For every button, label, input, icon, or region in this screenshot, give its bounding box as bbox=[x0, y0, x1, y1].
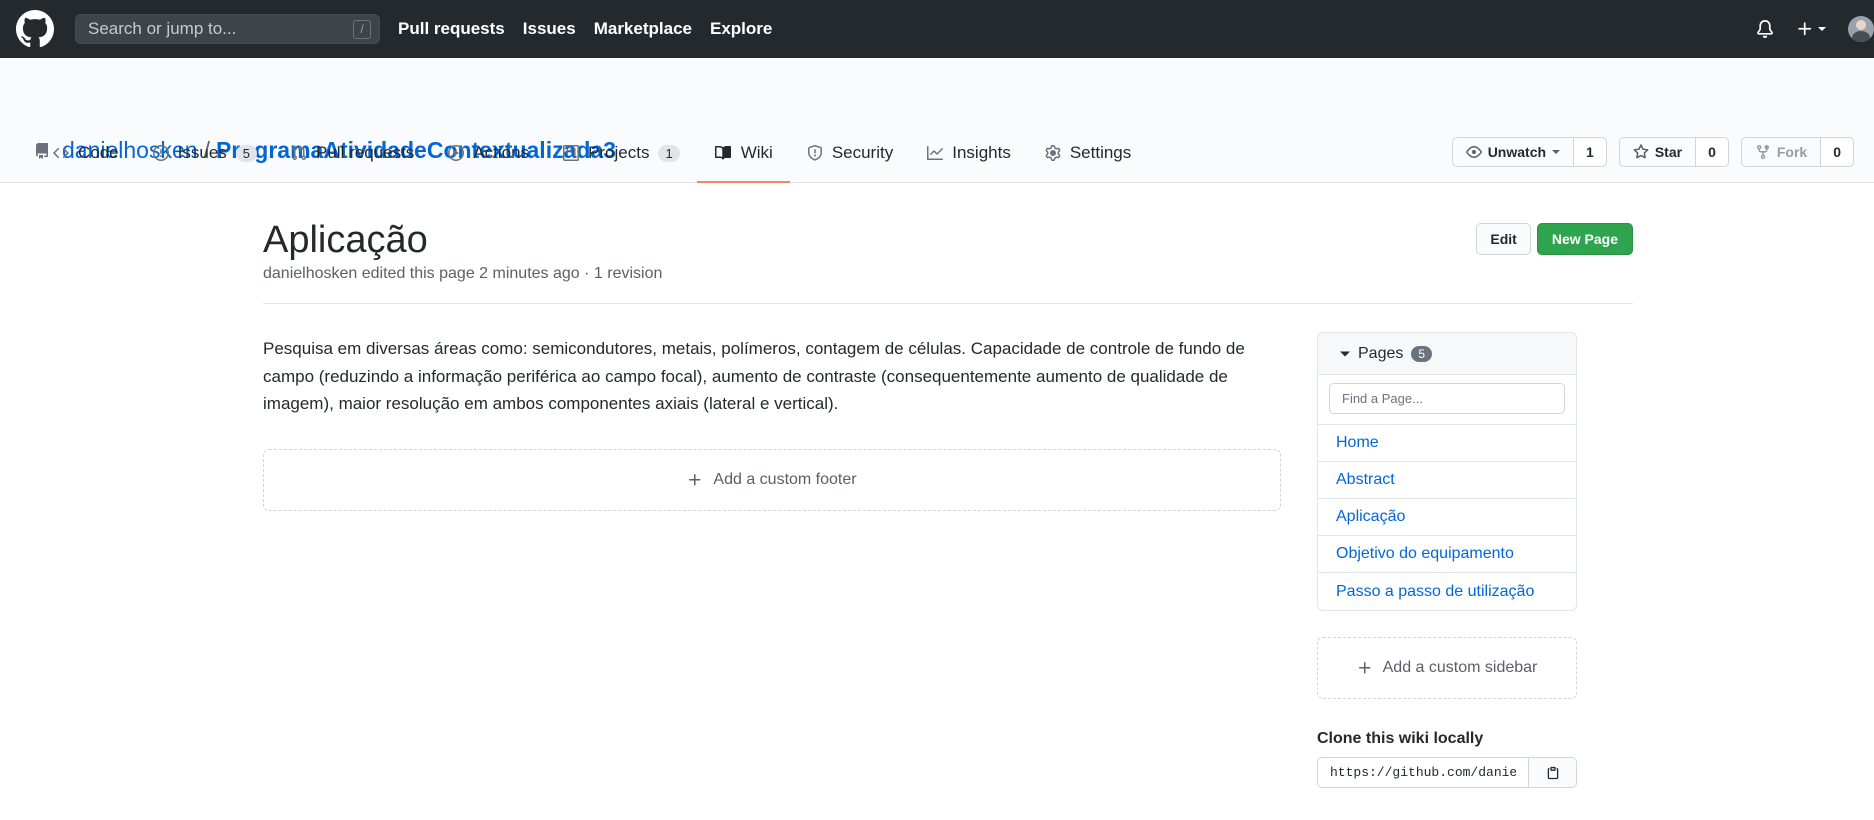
copy-clipboard-button[interactable] bbox=[1528, 758, 1576, 787]
star-label: Star bbox=[1654, 144, 1683, 160]
avatar[interactable] bbox=[1848, 16, 1874, 42]
star-button-group: Star 0 bbox=[1618, 137, 1729, 167]
caret-down-icon bbox=[1552, 150, 1561, 154]
plus-icon bbox=[1798, 22, 1812, 36]
nav-issues[interactable]: Issues bbox=[523, 19, 576, 39]
search-placeholder: Search or jump to... bbox=[88, 19, 237, 38]
pages-label: Pages bbox=[1358, 344, 1404, 362]
wiki-body-text: Pesquisa em diversas áreas como: semicon… bbox=[263, 339, 1245, 413]
stargazers-count[interactable]: 0 bbox=[1696, 138, 1728, 166]
nav-pull-requests[interactable]: Pull requests bbox=[398, 19, 505, 39]
wiki-sidebar: Pages 5 Home Abstract Aplicação Objetivo… bbox=[1317, 332, 1577, 788]
new-page-button[interactable]: New Page bbox=[1536, 223, 1633, 255]
clone-title: Clone this wiki locally bbox=[1317, 730, 1484, 747]
repo-header: danielhosken / ProgramaAtividadeContextu… bbox=[0, 58, 1874, 183]
tab-label: Insights bbox=[952, 143, 1011, 162]
graph-icon bbox=[927, 146, 944, 160]
code-icon bbox=[53, 147, 69, 159]
tab-label: Issues bbox=[177, 143, 227, 162]
add-custom-footer-button[interactable]: Add a custom footer bbox=[263, 449, 1281, 511]
forks-count[interactable]: 0 bbox=[1821, 138, 1853, 166]
tab-label: Actions bbox=[473, 143, 530, 162]
page-link-aplicacao[interactable]: Aplicação bbox=[1318, 499, 1576, 536]
add-footer-label: Add a custom footer bbox=[713, 471, 857, 488]
page-meta: danielhosken edited this page 2 minutes … bbox=[263, 265, 663, 282]
search-shortcut-key: / bbox=[353, 20, 371, 39]
tab-settings[interactable]: Settings bbox=[1028, 124, 1148, 182]
unwatch-button-group: Unwatch 1 bbox=[1451, 137, 1607, 167]
star-button[interactable]: Star bbox=[1620, 138, 1697, 166]
page-link-home[interactable]: Home bbox=[1318, 425, 1576, 462]
nav-marketplace[interactable]: Marketplace bbox=[594, 19, 692, 39]
github-logo-icon[interactable] bbox=[16, 10, 54, 48]
fork-label: Fork bbox=[1776, 144, 1808, 160]
tab-issues[interactable]: Issues 5 bbox=[136, 124, 274, 182]
clone-url-group bbox=[1317, 757, 1577, 788]
fork-icon bbox=[1756, 145, 1769, 160]
edit-button[interactable]: Edit bbox=[1476, 223, 1531, 255]
gear-icon bbox=[1045, 145, 1061, 161]
git-pull-request-icon bbox=[292, 145, 307, 161]
issues-counter: 5 bbox=[235, 144, 258, 162]
global-nav: Pull requests Issues Marketplace Explore bbox=[398, 19, 790, 39]
find-page-input[interactable] bbox=[1329, 383, 1565, 414]
pages-toggle[interactable]: Pages 5 bbox=[1318, 333, 1576, 375]
page-link-abstract[interactable]: Abstract bbox=[1318, 462, 1576, 499]
tab-label: Code bbox=[78, 143, 119, 162]
tab-pull-requests[interactable]: Pull requests bbox=[274, 124, 431, 182]
shield-icon bbox=[807, 145, 822, 161]
fork-button-group: Fork 0 bbox=[1740, 137, 1854, 167]
tab-label: Security bbox=[831, 143, 894, 162]
caret-down-icon bbox=[1818, 27, 1826, 31]
create-new-menu[interactable] bbox=[1796, 20, 1826, 38]
eye-icon bbox=[1465, 146, 1482, 158]
bell-icon[interactable] bbox=[1756, 20, 1774, 38]
tab-security[interactable]: Security bbox=[790, 124, 910, 182]
unwatch-button[interactable]: Unwatch bbox=[1453, 138, 1575, 166]
tab-code[interactable]: Code bbox=[36, 124, 136, 182]
divider bbox=[263, 303, 1633, 304]
projects-counter: 1 bbox=[658, 144, 680, 162]
tab-label: Settings bbox=[1069, 143, 1132, 162]
pages-box: Pages 5 Home Abstract Aplicação Objetivo… bbox=[1317, 332, 1577, 611]
unwatch-label: Unwatch bbox=[1487, 144, 1547, 160]
header-actions bbox=[1756, 0, 1874, 58]
repo-actions: Unwatch 1 Star 0 Fork 0 bbox=[1451, 137, 1854, 167]
watchers-count[interactable]: 1 bbox=[1574, 138, 1606, 166]
tab-projects[interactable]: Projects 1 bbox=[546, 124, 697, 182]
page-title: Aplicação bbox=[263, 219, 428, 261]
add-sidebar-label: Add a custom sidebar bbox=[1382, 659, 1538, 676]
triangle-down-icon bbox=[1340, 351, 1350, 356]
page-link-passo-a-passo[interactable]: Passo a passo de utilização bbox=[1318, 573, 1576, 610]
play-icon bbox=[448, 145, 465, 161]
add-custom-sidebar-button[interactable]: Add a custom sidebar bbox=[1317, 637, 1577, 699]
clipboard-icon bbox=[1547, 766, 1558, 779]
page-link-objetivo[interactable]: Objetivo do equipamento bbox=[1318, 536, 1576, 573]
tab-label: Wiki bbox=[740, 143, 773, 162]
pages-filter bbox=[1318, 375, 1576, 425]
repo-tabs: Code Issues 5 Pull requests Actions Proj… bbox=[36, 124, 1148, 183]
tab-label: Pull requests bbox=[316, 143, 415, 162]
tab-wiki[interactable]: Wiki bbox=[696, 124, 790, 183]
nav-explore[interactable]: Explore bbox=[710, 19, 772, 39]
issue-opened-icon bbox=[152, 145, 169, 161]
tab-label: Projects bbox=[588, 143, 650, 162]
global-header: Search or jump to... / Pull requests Iss… bbox=[0, 0, 1874, 58]
plus-icon bbox=[689, 474, 701, 486]
project-icon bbox=[563, 145, 580, 161]
star-icon bbox=[1633, 144, 1649, 159]
tab-actions[interactable]: Actions bbox=[431, 124, 546, 182]
pages-counter: 5 bbox=[1411, 345, 1433, 362]
search-input[interactable]: Search or jump to... / bbox=[75, 14, 380, 44]
tab-insights[interactable]: Insights bbox=[910, 124, 1028, 182]
fork-button[interactable]: Fork bbox=[1742, 138, 1822, 166]
clone-url-input[interactable] bbox=[1318, 758, 1528, 787]
wiki-actions: Edit New Page bbox=[1476, 223, 1633, 255]
book-icon bbox=[714, 146, 731, 160]
plus-icon bbox=[1358, 662, 1371, 674]
